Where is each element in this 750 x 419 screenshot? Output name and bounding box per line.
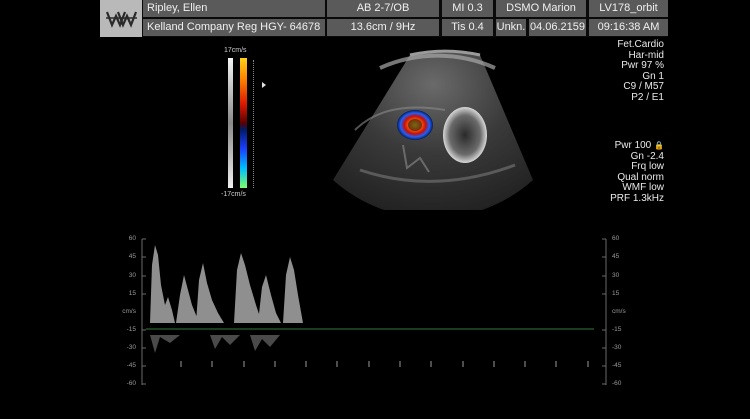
- operator-name: DSMO Marion: [496, 0, 586, 17]
- tis-value: Tis 0.4: [442, 19, 493, 36]
- colorbar-bottom-label: -17cm/s: [221, 191, 246, 198]
- lock-icon: 🔒: [654, 141, 664, 150]
- scale-right-neg30: -30: [612, 344, 622, 351]
- spectral-doppler-trace: [141, 238, 607, 385]
- scale-right-unit: cm/s: [612, 308, 626, 315]
- patient-name: Ripley, Ellen: [143, 0, 325, 17]
- ultrasound-sector-image: [333, 49, 533, 210]
- preset-label: AB 2-7/OB: [327, 0, 439, 17]
- exam-time: 09:16:38 AM: [589, 19, 668, 36]
- unkn-label: Unkn.: [496, 19, 526, 36]
- scale-right-neg45: -45: [612, 362, 622, 369]
- scale-left-neg45: -45: [126, 362, 136, 369]
- param-power: Pwr 97 %: [621, 60, 664, 71]
- scale-left-15: 15: [128, 290, 136, 297]
- param-persist: P2 / E1: [631, 91, 664, 103]
- color-frequency: Frq low: [631, 161, 664, 172]
- scale-right-30: 30: [612, 272, 620, 279]
- scale-left-30: 30: [128, 272, 136, 279]
- imaging-params-panel: Fet.Cardio Har-mid Pwr 97 % Gn 1 C9 / M5…: [617, 39, 664, 103]
- brand-logo: [100, 0, 142, 37]
- param-map: C9 / M57: [623, 81, 664, 92]
- param-mode: Fet.Cardio: [617, 39, 664, 50]
- scale-right-neg15: -15: [612, 326, 622, 333]
- colorbar-gray: [228, 58, 233, 188]
- colorbar-velocity: [240, 58, 247, 188]
- scale-right-15: 15: [612, 290, 620, 297]
- scale-right-neg60: -60: [612, 380, 622, 387]
- color-wmf: WMF low: [622, 182, 664, 193]
- scale-left-unit: cm/s: [122, 308, 136, 315]
- depth-frequency: 13.6cm / 9Hz: [327, 19, 439, 36]
- scale-right-45: 45: [612, 253, 620, 260]
- color-params-panel: Pwr 100 🔒 Gn -2.4 Frq low Qual norm WMF …: [610, 140, 664, 204]
- probe-id: LV178_orbit: [589, 0, 668, 17]
- scale-right-60: 60: [612, 235, 620, 242]
- color-power: Pwr 100 🔒: [614, 140, 664, 151]
- scale-left-60: 60: [128, 235, 136, 242]
- colorbar-scale: [253, 60, 256, 188]
- scale-left-neg15: -15: [126, 326, 136, 333]
- scale-left-45: 45: [128, 253, 136, 260]
- mi-value: MI 0.3: [442, 0, 493, 17]
- colorbar-top-label: 17cm/s: [224, 47, 247, 54]
- baseline-marker-icon[interactable]: [262, 82, 266, 88]
- scale-left-neg60: -60: [126, 380, 136, 387]
- exam-date: 04.06.2159: [529, 19, 586, 36]
- logo-icon: [105, 11, 138, 28]
- scale-left-neg30: -30: [126, 344, 136, 351]
- institution-label: Kelland Company Reg HGY- 64678: [143, 19, 325, 36]
- color-prf: PRF 1.3kHz: [610, 192, 664, 204]
